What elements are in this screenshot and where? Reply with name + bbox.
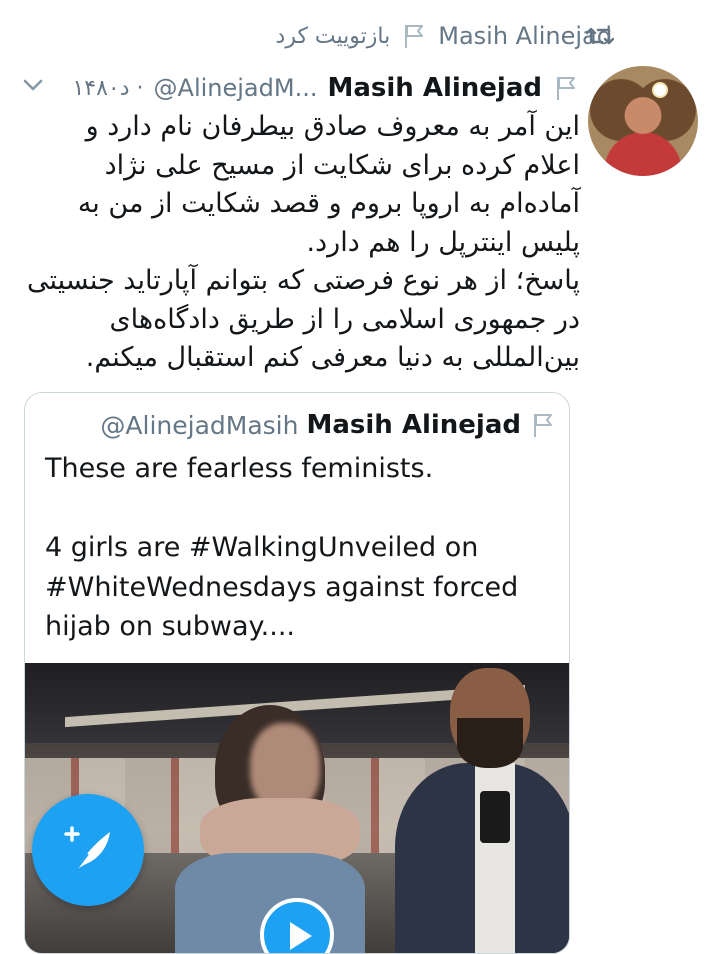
quoted-text: These are fearless feminists. 4 girls ar… [45, 453, 519, 642]
tweet-text: این آمر به معروف صادق بیطرفان نام دارد و… [26, 111, 580, 373]
compose-tweet-button[interactable] [32, 794, 144, 906]
flag-icon [405, 25, 424, 48]
flag-icon [534, 414, 552, 437]
tweet-author-name[interactable]: Masih Alinejad [327, 73, 542, 103]
avatar[interactable] [588, 66, 698, 176]
flag-icon [557, 77, 575, 100]
man-beard [457, 718, 523, 768]
tweet-time[interactable]: ۱۴۸۰د · [72, 76, 143, 101]
tweet-author-line: ۱۴۸۰د · @AlinejadM... Masih Alinejad [20, 66, 580, 110]
compose-tweet-icon [64, 826, 110, 871]
flower-decoration [654, 84, 666, 96]
retweet-label: بازتوییت کرد [275, 23, 391, 49]
quoted-author-line: @AlinejadMasih Masih Alinejad [25, 407, 557, 443]
quoted-handle: @AlinejadMasih [100, 410, 299, 440]
retweet-header: بازتوییت کرد Masih Alinejad [276, 18, 612, 54]
quoted-author-name: Masih Alinejad [306, 410, 521, 440]
retweet-icon[interactable] [586, 24, 614, 48]
phone [480, 791, 510, 843]
tweet-handle[interactable]: @AlinejadM... [154, 74, 318, 102]
